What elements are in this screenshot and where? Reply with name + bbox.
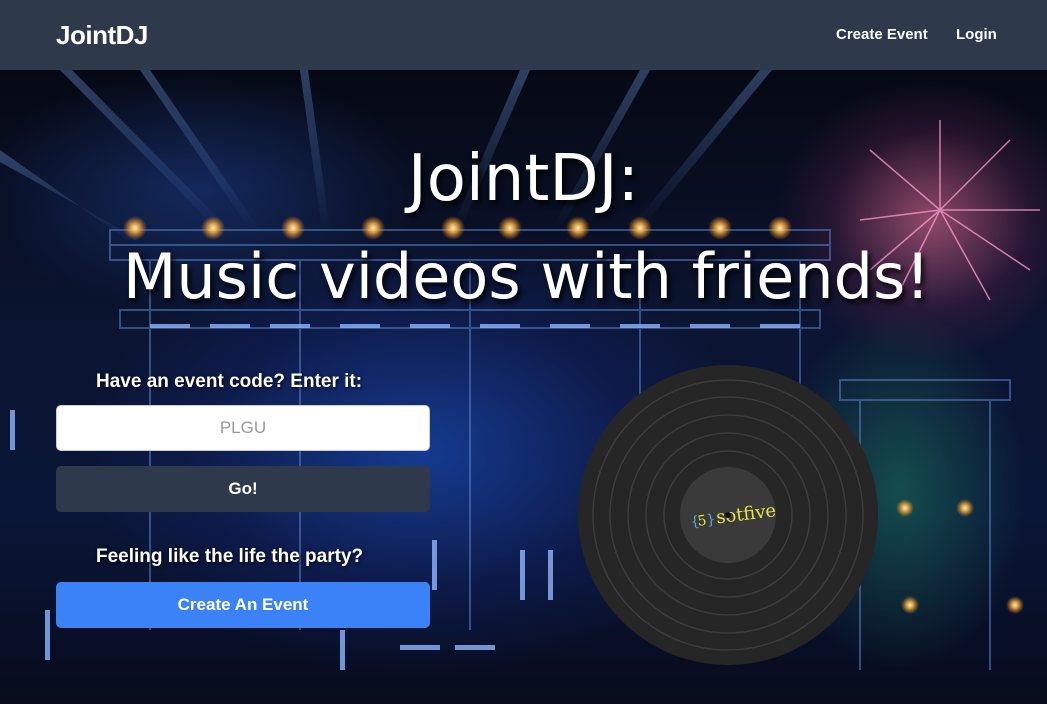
event-code-input[interactable] xyxy=(56,405,430,451)
vinyl-record-icon: { 5 } sotfive xyxy=(578,365,878,665)
brand-logo[interactable]: JointDJ xyxy=(56,20,148,51)
party-prompt: Feeling like the life the party? xyxy=(96,546,364,567)
go-button[interactable]: Go! xyxy=(56,466,430,512)
vinyl-spindle-hole xyxy=(725,512,731,518)
hero-section: JointDJ: Music videos with friends! Have… xyxy=(0,70,1047,704)
nav-login-link[interactable]: Login xyxy=(956,26,997,43)
top-navbar: JointDJ Create Event Login xyxy=(0,0,1047,70)
event-code-prompt: Have an event code? Enter it: xyxy=(96,371,363,392)
nav-create-event-link[interactable]: Create Event xyxy=(836,26,928,43)
create-event-button[interactable]: Create An Event xyxy=(56,582,430,628)
hero-title-line1: JointDJ: xyxy=(407,142,640,216)
hero-title-line2: Music videos with friends! xyxy=(122,240,931,313)
